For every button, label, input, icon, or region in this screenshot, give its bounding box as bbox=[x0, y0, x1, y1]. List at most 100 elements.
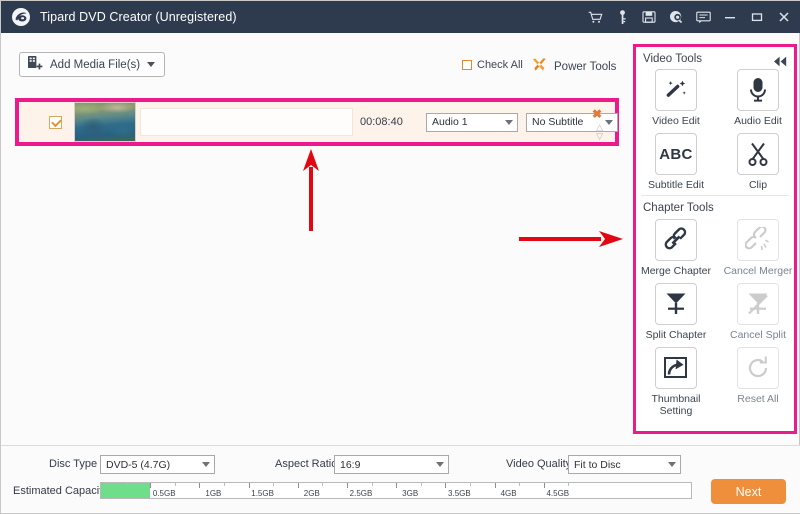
add-media-files-label: Add Media File(s) bbox=[50, 58, 141, 71]
tool-video-edit[interactable]: Video Edit bbox=[640, 69, 712, 127]
tool-subtitle-edit[interactable]: ABC Subtitle Edit bbox=[640, 133, 712, 191]
capacity-tick-label: 0.5GB bbox=[152, 489, 176, 498]
capacity-tick bbox=[494, 483, 496, 488]
capacity-tick bbox=[248, 483, 250, 488]
estimated-capacity-bar: 0.5GB 1GB 1.5GB 2GB 2.5GB 3GB 3.5GB 4GB 4.5GB bbox=[100, 482, 692, 499]
check-all-checkbox[interactable] bbox=[462, 60, 472, 70]
microphone-icon bbox=[737, 69, 779, 111]
capacity-tick bbox=[199, 483, 201, 488]
application-window: Tipard DVD Creator (Unregistered) Add Me… bbox=[0, 0, 800, 514]
video-quality-select[interactable]: Fit to Disc bbox=[568, 455, 681, 474]
disc-type-select[interactable]: DVD-5 (4.7G) bbox=[100, 455, 215, 474]
row-title-field[interactable] bbox=[140, 108, 353, 136]
check-all-control[interactable]: Check All bbox=[462, 59, 523, 71]
chevron-down-icon bbox=[605, 119, 613, 125]
tool-label: Merge Chapter bbox=[640, 265, 712, 277]
tool-label: Split Chapter bbox=[645, 329, 707, 341]
tool-thumbnail-setting[interactable]: Thumbnail Setting bbox=[640, 347, 712, 417]
magic-wand-icon bbox=[655, 69, 697, 111]
capacity-tick-label: 4GB bbox=[500, 489, 517, 498]
key-icon[interactable] bbox=[614, 9, 630, 25]
abc-text-icon: ABC bbox=[655, 133, 697, 175]
audio-track-select[interactable]: Audio 1 bbox=[426, 112, 518, 132]
power-tools-button[interactable]: Power Tools bbox=[531, 57, 616, 76]
aspect-ratio-label: Aspect Ratio: bbox=[275, 458, 341, 470]
row-thumbnail[interactable] bbox=[74, 102, 136, 142]
aspect-ratio-select[interactable]: 16:9 bbox=[334, 455, 449, 474]
chain-link-icon bbox=[655, 219, 697, 261]
up-down-spinner-icon[interactable]: △ ▽ bbox=[596, 123, 603, 141]
tool-reset-all[interactable]: Reset All bbox=[722, 347, 794, 405]
panel-divider bbox=[641, 195, 789, 196]
thumbnail-export-icon bbox=[655, 347, 697, 389]
capacity-minor-tick bbox=[273, 483, 275, 486]
save-icon[interactable] bbox=[641, 9, 657, 25]
row-duration: 00:08:40 bbox=[360, 116, 403, 128]
tool-label: Video Edit bbox=[652, 115, 700, 127]
subtitle-track-select[interactable]: No Subtitle bbox=[526, 112, 618, 132]
tool-label: Clip bbox=[748, 179, 768, 191]
row-checkbox[interactable] bbox=[49, 115, 62, 129]
capacity-minor-tick bbox=[125, 483, 127, 486]
abc-glyph: ABC bbox=[659, 145, 693, 163]
tool-label: Subtitle Edit bbox=[647, 179, 705, 191]
media-list-highlight: 00:08:40 Audio 1 No Subtitle ✖ △ ▽ bbox=[15, 98, 619, 146]
feedback-icon[interactable] bbox=[695, 9, 711, 25]
audio-track-value: Audio 1 bbox=[432, 116, 468, 128]
tool-clip[interactable]: Clip bbox=[722, 133, 794, 191]
capacity-minor-tick bbox=[519, 483, 521, 486]
capacity-tick bbox=[396, 483, 398, 488]
cart-icon[interactable] bbox=[587, 9, 603, 25]
tools-panel: Video Tools Video Edit Audio Edit ABC Su… bbox=[636, 47, 794, 431]
capacity-minor-tick bbox=[224, 483, 225, 486]
capacity-tick-label: 2.5GB bbox=[349, 489, 373, 498]
capacity-tick-label: 3GB bbox=[402, 489, 419, 498]
table-row[interactable]: 00:08:40 Audio 1 No Subtitle ✖ △ ▽ bbox=[19, 102, 618, 142]
video-tools-title: Video Tools bbox=[643, 53, 703, 65]
capacity-tick bbox=[543, 483, 545, 488]
close-icon[interactable] bbox=[776, 9, 792, 25]
arrow-up-annotation bbox=[301, 149, 321, 236]
tool-split-chapter[interactable]: Split Chapter bbox=[640, 283, 712, 341]
title-bar: Tipard DVD Creator (Unregistered) bbox=[1, 1, 800, 33]
tool-label: Thumbnail Setting bbox=[651, 393, 701, 417]
chevron-down-icon bbox=[668, 462, 676, 467]
tool-merge-chapter[interactable]: Merge Chapter bbox=[640, 219, 712, 277]
broken-chain-icon bbox=[737, 219, 779, 261]
capacity-minor-tick bbox=[470, 483, 471, 486]
add-file-icon bbox=[27, 55, 43, 74]
tool-cancel-merger[interactable]: Cancel Merger bbox=[722, 219, 794, 277]
capacity-tick-label: 4.5GB bbox=[546, 489, 570, 498]
maximize-icon[interactable] bbox=[749, 9, 765, 25]
titlebar-icon-group bbox=[587, 9, 800, 25]
window-title: Tipard DVD Creator (Unregistered) bbox=[40, 10, 237, 24]
video-quality-label: Video Quality: bbox=[506, 458, 575, 470]
arrow-right-annotation bbox=[519, 229, 623, 254]
chevron-down-icon[interactable] bbox=[147, 62, 156, 67]
minimize-icon[interactable] bbox=[722, 9, 738, 25]
tool-audio-edit[interactable]: Audio Edit bbox=[722, 69, 794, 127]
chevron-down-icon bbox=[436, 462, 444, 467]
help-search-icon[interactable] bbox=[668, 9, 684, 25]
tool-label: Cancel Split bbox=[729, 329, 787, 341]
add-media-files-button[interactable]: Add Media File(s) bbox=[19, 52, 166, 77]
capacity-minor-tick bbox=[420, 483, 422, 486]
remove-row-button[interactable]: ✖ bbox=[592, 108, 602, 120]
chevron-down-icon bbox=[505, 119, 513, 125]
capacity-minor-tick bbox=[322, 483, 324, 486]
chevron-down-icon bbox=[202, 462, 210, 467]
tools-panel-highlight: Video Tools Video Edit Audio Edit ABC Su… bbox=[633, 44, 797, 434]
bottom-bar: Disc Type DVD-5 (4.7G) Aspect Ratio: 16:… bbox=[1, 445, 800, 513]
tool-label: Audio Edit bbox=[734, 115, 782, 127]
capacity-tick-label: 1.5GB bbox=[251, 489, 274, 498]
disc-type-value: DVD-5 (4.7G) bbox=[106, 458, 171, 471]
capacity-tick bbox=[150, 483, 152, 488]
capacity-tick bbox=[347, 483, 348, 488]
crossed-tools-icon bbox=[531, 57, 548, 76]
tool-cancel-split[interactable]: Cancel Split bbox=[722, 283, 794, 341]
chapter-tools-title: Chapter Tools bbox=[643, 202, 714, 214]
next-button[interactable]: Next bbox=[711, 479, 786, 504]
reset-circular-icon bbox=[737, 347, 779, 389]
cancel-split-icon bbox=[737, 283, 779, 325]
power-tools-label: Power Tools bbox=[554, 60, 617, 73]
